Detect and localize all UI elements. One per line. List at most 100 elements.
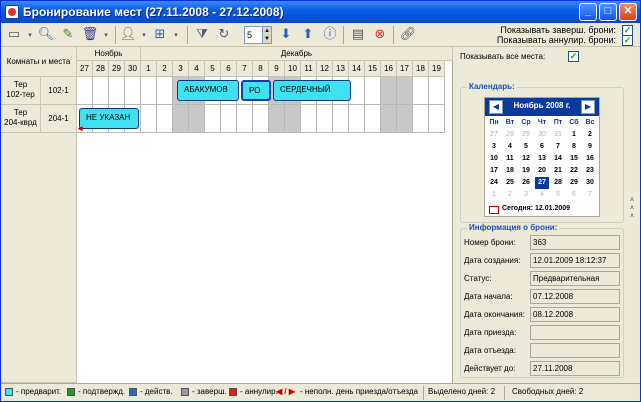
calendar-day[interactable]: 2 <box>503 189 517 201</box>
calendar-day[interactable]: 7 <box>551 141 565 153</box>
spin-input[interactable]: 5 ▲ ▼ <box>244 26 272 44</box>
day-column-header[interactable]: 29 <box>109 61 125 77</box>
calendar-day[interactable]: 1 <box>567 129 581 141</box>
day-cell[interactable] <box>429 77 445 105</box>
day-cell[interactable] <box>429 105 445 133</box>
calendar-day[interactable]: 31 <box>551 129 565 141</box>
calendar-day[interactable]: 27 <box>487 129 501 141</box>
prev-month-icon[interactable]: ◀ <box>489 100 503 114</box>
day-cell[interactable] <box>349 77 365 105</box>
day-cell[interactable] <box>157 77 173 105</box>
day-cell[interactable] <box>381 77 397 105</box>
refresh-icon[interactable]: ↻ <box>215 26 233 44</box>
day-column-header[interactable]: 4 <box>189 61 205 77</box>
calendar-day[interactable]: 18 <box>503 165 517 177</box>
day-cell[interactable] <box>125 77 141 105</box>
calendar-day[interactable]: 28 <box>503 129 517 141</box>
day-cell[interactable] <box>77 77 93 105</box>
document-delete-icon[interactable]: ⊗ <box>371 26 389 44</box>
calendar-day[interactable]: 24 <box>487 177 501 189</box>
info-icon[interactable]: ⓘ <box>321 26 339 44</box>
calendar-day[interactable]: 29 <box>567 177 581 189</box>
show-all-checkbox[interactable]: ✓ <box>568 51 579 62</box>
booking-grid[interactable]: Комнаты и места Ноябрь Декабрь Тер 102-т… <box>1 47 453 383</box>
calendar-day[interactable]: 28 <box>551 177 565 189</box>
calendar-day[interactable]: 13 <box>535 153 549 165</box>
next-month-icon[interactable]: ▶ <box>581 100 595 114</box>
booking-ro-selected[interactable]: РО <box>241 80 271 101</box>
day-column-header[interactable]: 5 <box>205 61 221 77</box>
day-cell[interactable] <box>141 105 157 133</box>
day-cell[interactable] <box>173 105 189 133</box>
day-column-header[interactable]: 16 <box>381 61 397 77</box>
maximize-button[interactable]: □ <box>599 3 617 21</box>
calendar-day[interactable]: 4 <box>535 189 549 201</box>
day-cell[interactable] <box>205 105 221 133</box>
link-icon[interactable]: 🔗︎ <box>399 26 417 44</box>
calendar-day[interactable]: 9 <box>583 141 597 153</box>
calendar-day[interactable]: 15 <box>567 153 581 165</box>
day-column-header[interactable]: 6 <box>221 61 237 77</box>
filter-icon[interactable]: ⧩ <box>193 26 211 44</box>
calendar-day[interactable]: 5 <box>551 189 565 201</box>
calendar-day[interactable]: 4 <box>503 141 517 153</box>
day-cell[interactable] <box>397 105 413 133</box>
calendar-day[interactable]: 30 <box>583 177 597 189</box>
edit-icon[interactable]: ✎ <box>59 26 77 44</box>
day-cell[interactable] <box>269 105 285 133</box>
day-column-header[interactable]: 30 <box>125 61 141 77</box>
day-cell[interactable] <box>189 105 205 133</box>
day-cell[interactable] <box>109 77 125 105</box>
calendar-day[interactable]: 30 <box>535 129 549 141</box>
calendar-day[interactable]: 17 <box>487 165 501 177</box>
today-label[interactable]: Сегодня: 12.01.2009 <box>502 205 570 212</box>
day-cell[interactable] <box>381 105 397 133</box>
calendar-day[interactable]: 29 <box>519 129 533 141</box>
day-column-header[interactable]: 13 <box>333 61 349 77</box>
calendar-day[interactable]: 2 <box>583 129 597 141</box>
day-column-header[interactable]: 14 <box>349 61 365 77</box>
day-cell[interactable] <box>413 105 429 133</box>
arrow-up-icon[interactable]: ⬆ <box>299 26 317 44</box>
day-cell[interactable] <box>93 77 109 105</box>
day-cell[interactable] <box>157 105 173 133</box>
day-column-header[interactable]: 11 <box>301 61 317 77</box>
calendar-day[interactable]: 20 <box>535 165 549 177</box>
search-icon[interactable]: 🔍︎ <box>37 26 55 44</box>
delete-dropdown-arrow-icon[interactable]: ▾ <box>97 26 115 44</box>
day-cell[interactable] <box>237 105 253 133</box>
calendar-day[interactable]: 14 <box>551 153 565 165</box>
calendar-day[interactable]: 16 <box>583 153 597 165</box>
day-column-header[interactable]: 1 <box>141 61 157 77</box>
spin-arrows-icon[interactable]: ▲ ▼ <box>262 27 271 43</box>
day-column-header[interactable]: 28 <box>93 61 109 77</box>
day-cell[interactable] <box>365 77 381 105</box>
calendar-day[interactable]: 21 <box>551 165 565 177</box>
show-cancelled-checkbox[interactable]: ✓ <box>622 35 633 46</box>
day-column-header[interactable]: 3 <box>173 61 189 77</box>
day-cell[interactable] <box>413 77 429 105</box>
day-cell[interactable] <box>285 105 301 133</box>
calendar-day[interactable]: 25 <box>503 177 517 189</box>
calendar-day[interactable]: 6 <box>535 141 549 153</box>
calendar-day[interactable]: 22 <box>567 165 581 177</box>
calendar-day[interactable]: 11 <box>503 153 517 165</box>
calendar-day[interactable]: 23 <box>583 165 597 177</box>
day-cell[interactable] <box>301 105 317 133</box>
booking-serdechny[interactable]: СЕРДЕЧНЫЙ <box>273 80 351 101</box>
day-cell[interactable] <box>317 105 333 133</box>
calendar-day[interactable]: 10 <box>487 153 501 165</box>
calendar-day[interactable]: 6 <box>567 189 581 201</box>
day-cell[interactable] <box>397 77 413 105</box>
calendar-day[interactable]: 3 <box>487 141 501 153</box>
day-column-header[interactable]: 2 <box>157 61 173 77</box>
minimize-button[interactable]: _ <box>579 3 597 21</box>
calendar-day[interactable]: 1 <box>487 189 501 201</box>
calendar-day[interactable]: 26 <box>519 177 533 189</box>
arrow-down-icon[interactable]: ⬇ <box>277 26 295 44</box>
calendar-day[interactable]: 12 <box>519 153 533 165</box>
day-column-header[interactable]: 12 <box>317 61 333 77</box>
day-cell[interactable] <box>333 105 349 133</box>
calendar-day[interactable]: 27 <box>535 177 549 189</box>
booking-abakumov[interactable]: АБАКУМОВ <box>177 80 239 101</box>
